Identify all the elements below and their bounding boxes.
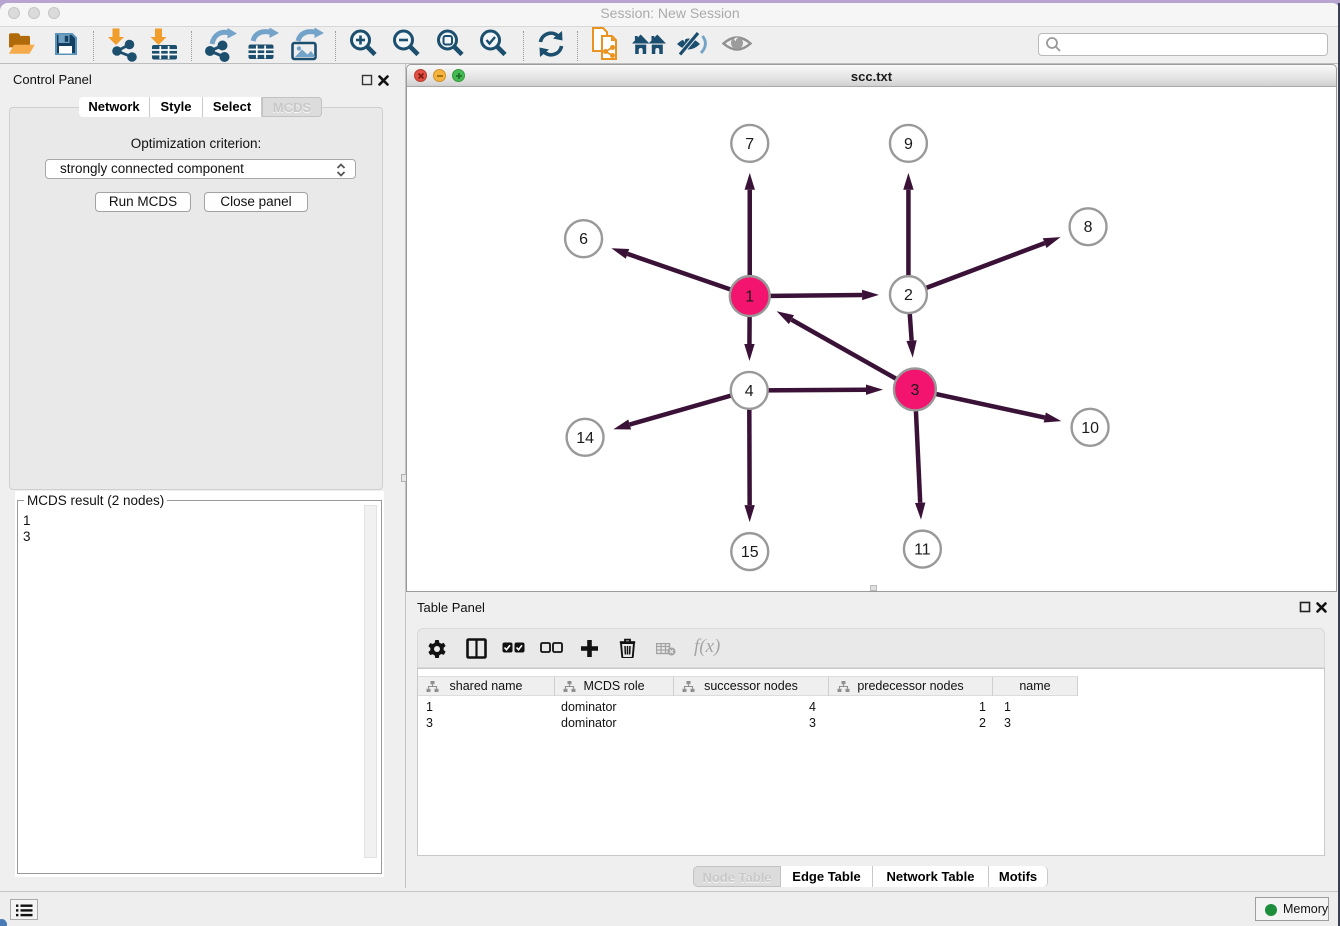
svg-text:6: 6 (579, 231, 588, 248)
svg-text:9: 9 (904, 136, 913, 153)
svg-text:11: 11 (914, 542, 931, 559)
svg-text:10: 10 (1081, 420, 1099, 437)
svg-text:1: 1 (745, 289, 754, 306)
svg-text:4: 4 (745, 383, 754, 400)
svg-text:2: 2 (904, 287, 913, 304)
svg-text:14: 14 (576, 430, 594, 447)
svg-text:15: 15 (741, 544, 759, 561)
svg-text:7: 7 (745, 136, 754, 153)
svg-text:8: 8 (1084, 219, 1093, 236)
svg-text:3: 3 (910, 382, 919, 399)
